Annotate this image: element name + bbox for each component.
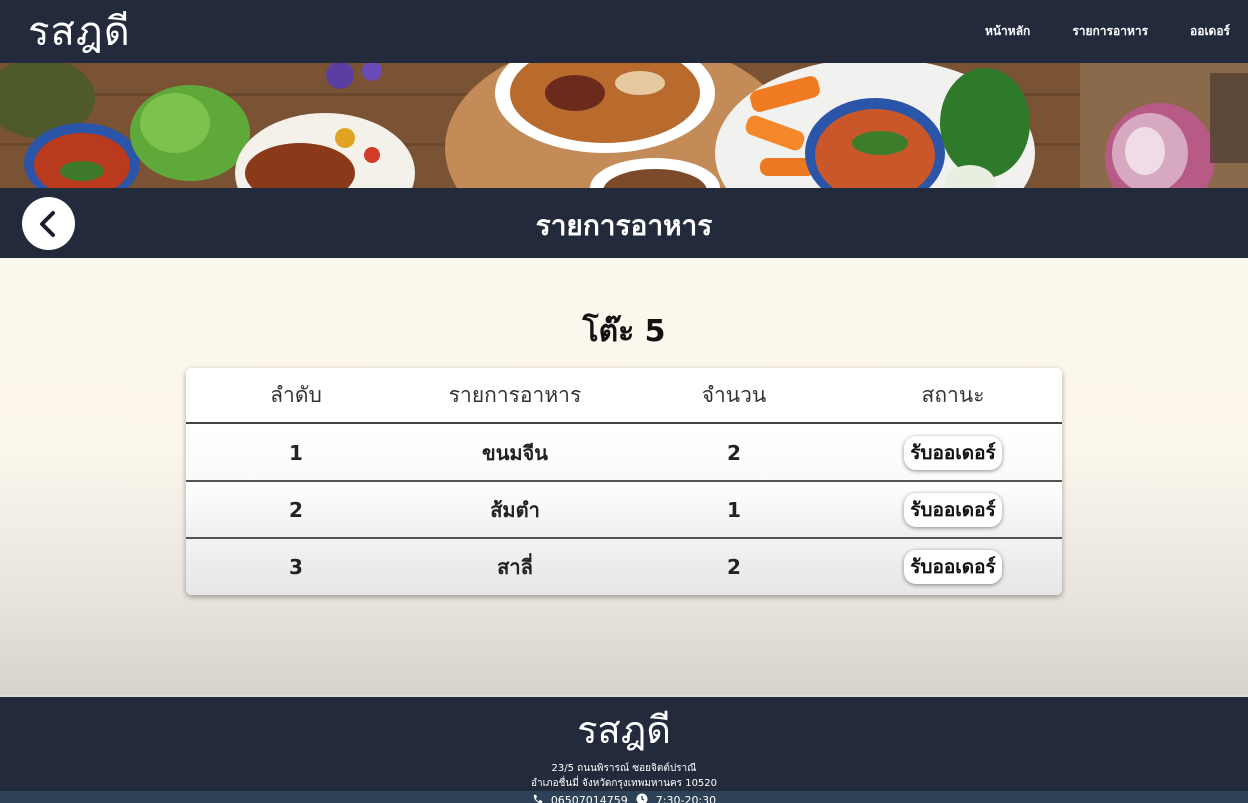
nav-menu-link[interactable]: รายการอาหาร [1072, 22, 1148, 41]
row-item-name: ขนมจีน [482, 440, 548, 465]
row-status-cell: รับออเดอร์ [844, 492, 1062, 527]
accept-order-button[interactable]: รับออเดอร์ [904, 492, 1002, 527]
footer-address-line1: 23/5 ถนนพิรารณ์ ซอยจิตต์ปราณี [551, 763, 697, 774]
accept-order-button[interactable]: รับออเดอร์ [904, 435, 1002, 470]
column-header-status: สถานะ [921, 382, 985, 407]
top-navbar: รสฎดี หน้าหลัก รายการอาหาร ออเดอร์ [0, 0, 1248, 63]
table-row: 2 ส้มตำ 1 รับออเดอร์ [186, 482, 1062, 539]
row-quantity: 2 [727, 440, 741, 465]
footer-logo: รสฎดี [577, 708, 671, 752]
main-nav: หน้าหลัก รายการอาหาร ออเดอร์ [985, 22, 1230, 41]
row-number: 3 [289, 555, 303, 579]
nav-orders-link[interactable]: ออเดอร์ [1190, 22, 1230, 41]
footer-hours: 7:30-20:30 [655, 794, 717, 803]
order-content: โต๊ะ 5 ลำดับ รายการอาหาร จำนวน สถานะ 1 ข… [0, 258, 1248, 695]
row-number: 2 [289, 497, 303, 522]
row-item-name: สาลี่ [497, 555, 533, 579]
page-title: รายการอาหาร [535, 209, 713, 242]
nav-home-link[interactable]: หน้าหลัก [985, 22, 1030, 41]
page-titlebar: รายการอาหาร [0, 188, 1248, 258]
row-item-name: ส้มตำ [490, 497, 540, 522]
table-number-heading: โต๊ะ 5 [582, 314, 666, 349]
table-row: 3 สาลี่ 2 รับออเดอร์ [186, 539, 1062, 595]
row-quantity: 1 [727, 497, 741, 522]
row-quantity: 2 [727, 555, 741, 579]
row-status-cell: รับออเดอร์ [844, 435, 1062, 470]
footer-phone: 06507014759 [550, 794, 628, 803]
row-status-cell: รับออเดอร์ [844, 550, 1062, 584]
site-footer: รสฎดี 23/5 ถนนพิรารณ์ ซอยจิตต์ปราณี อำเภ… [0, 695, 1248, 803]
clock-icon [636, 793, 648, 803]
column-header-item: รายการอาหาร [448, 382, 582, 407]
footer-address-line2: อำเภอชื่นมี่ จังหวัดกรุงเทพมหานคร 10520 [530, 778, 718, 789]
column-header-qty: จำนวน [701, 382, 767, 407]
phone-icon [532, 794, 543, 803]
site-logo[interactable]: รสฎดี [28, 6, 131, 58]
column-header-no: ลำดับ [270, 382, 322, 407]
order-table: ลำดับ รายการอาหาร จำนวน สถานะ 1 ขนมจีน 2… [186, 368, 1062, 595]
table-header-row: ลำดับ รายการอาหาร จำนวน สถานะ [186, 368, 1062, 424]
row-number: 1 [289, 440, 303, 465]
accept-order-button[interactable]: รับออเดอร์ [904, 550, 1002, 584]
food-banner-image [0, 63, 1248, 188]
footer-contact: 06507014759 7:30-20:30 [0, 793, 1248, 803]
table-row: 1 ขนมจีน 2 รับออเดอร์ [186, 425, 1062, 482]
